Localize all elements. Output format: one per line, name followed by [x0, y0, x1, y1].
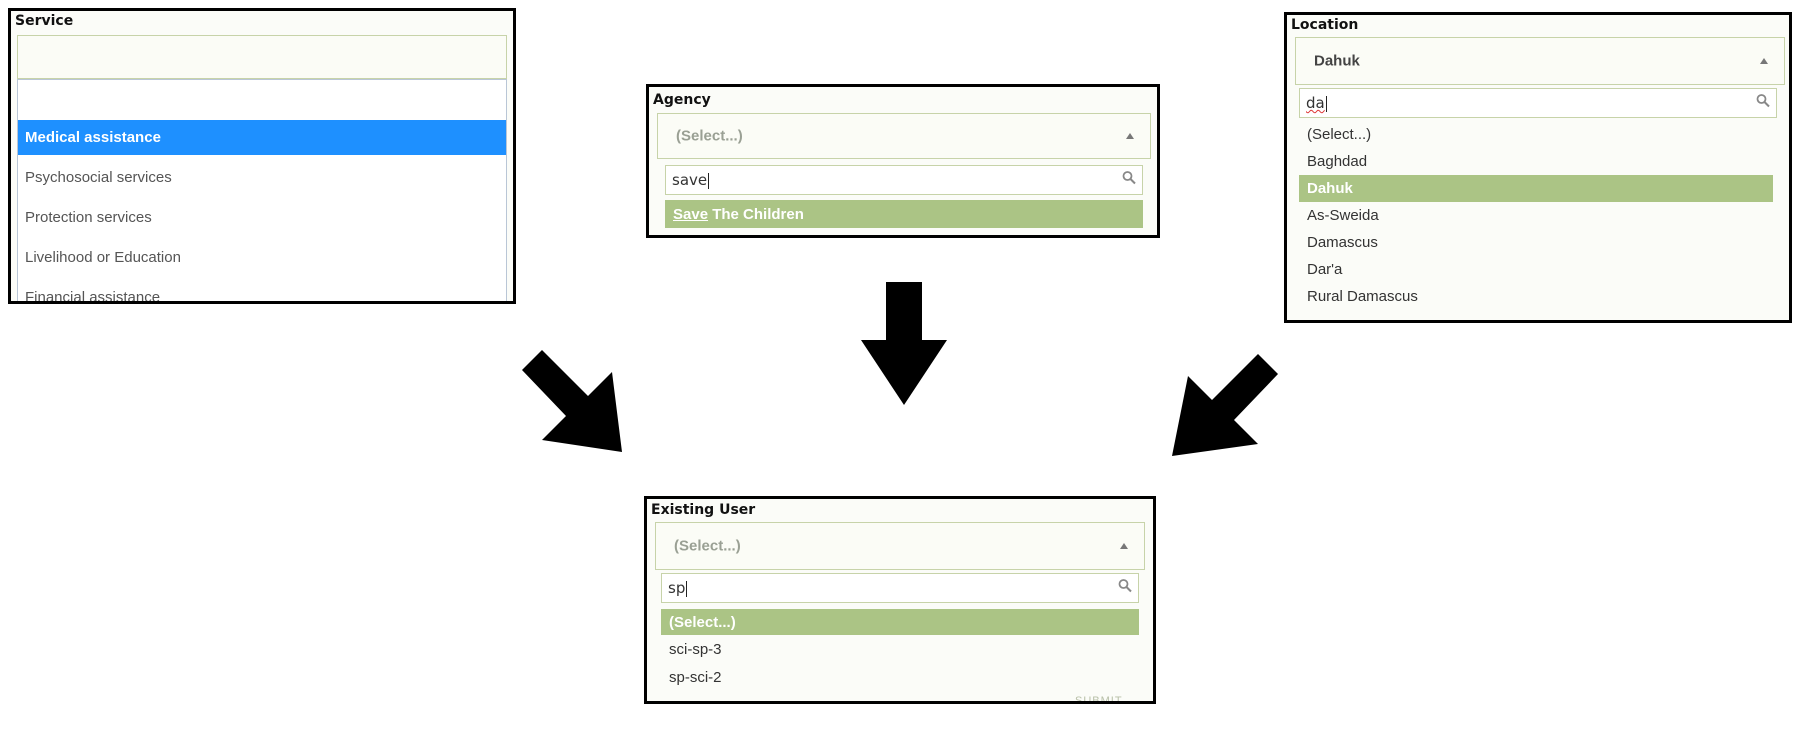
location-search-text: da	[1306, 94, 1327, 112]
existing-user-select[interactable]: (Select...)	[655, 522, 1145, 570]
location-option[interactable]: Damascus	[1299, 229, 1773, 256]
existing-user-search-input[interactable]: sp	[661, 573, 1139, 603]
service-option[interactable]: Medical assistance	[18, 120, 506, 155]
agency-select[interactable]: (Select...)	[657, 113, 1151, 159]
existing-user-panel: Existing User (Select...) sp (Select...)…	[644, 496, 1156, 704]
caret-up-icon	[1126, 133, 1134, 139]
submit-button[interactable]: SUBMIT	[1075, 695, 1123, 701]
arrow-down-icon	[861, 282, 947, 405]
agency-label: Agency	[653, 92, 711, 108]
service-search-field[interactable]	[18, 80, 506, 121]
agency-result-option[interactable]: Save The Children	[665, 200, 1143, 228]
location-option[interactable]: (Select...)	[1299, 121, 1773, 148]
agency-result-match: Save	[673, 205, 709, 223]
existing-user-search-text: sp	[668, 579, 688, 597]
search-icon	[1118, 579, 1132, 598]
arrow-down-left-icon	[1172, 354, 1278, 456]
service-option[interactable]: Psychosocial services	[18, 160, 506, 195]
service-panel: Service Medical assistance Psychosocial …	[8, 8, 516, 304]
caret-up-icon	[1120, 543, 1128, 549]
search-icon	[1122, 171, 1136, 190]
existing-user-option[interactable]: sp-sci-2	[661, 663, 1139, 691]
existing-user-option[interactable]: sci-sp-3	[661, 635, 1139, 663]
agency-result-rest: The Children	[708, 205, 804, 223]
location-option[interactable]: Baghdad	[1299, 148, 1773, 175]
service-option[interactable]: Protection services	[18, 200, 506, 235]
location-label: Location	[1291, 17, 1359, 33]
location-panel: Location Dahuk da (Select...) Baghdad Da…	[1284, 12, 1792, 323]
existing-user-select-value: (Select...)	[674, 537, 741, 555]
service-select[interactable]	[17, 35, 507, 79]
service-dropdown-list[interactable]: Medical assistance Psychosocial services…	[17, 79, 507, 301]
location-select-value: Dahuk	[1314, 52, 1360, 70]
arrow-down-right-icon	[522, 350, 622, 452]
existing-user-option[interactable]: (Select...)	[661, 609, 1139, 635]
location-option[interactable]: Dahuk	[1299, 175, 1773, 202]
location-select[interactable]: Dahuk	[1295, 37, 1785, 85]
existing-user-label: Existing User	[651, 502, 756, 518]
service-label: Service	[15, 13, 74, 29]
location-option[interactable]: Dar'a	[1299, 256, 1773, 283]
agency-panel: Agency (Select...) save Save The Childre…	[646, 84, 1160, 238]
location-options-list: (Select...) Baghdad Dahuk As-Sweida Dama…	[1295, 121, 1785, 320]
search-icon	[1756, 94, 1770, 113]
service-option[interactable]: Livelihood or Education	[18, 240, 506, 275]
caret-up-icon	[1760, 58, 1768, 64]
service-option[interactable]: Financial assistance	[18, 280, 506, 301]
location-option[interactable]: Rural Damascus	[1299, 283, 1773, 310]
location-search-input[interactable]: da	[1299, 88, 1777, 118]
location-option[interactable]: As-Sweida	[1299, 202, 1773, 229]
agency-search-text: save	[672, 171, 710, 189]
agency-select-value: (Select...)	[676, 127, 743, 145]
agency-search-input[interactable]: save	[665, 165, 1143, 195]
